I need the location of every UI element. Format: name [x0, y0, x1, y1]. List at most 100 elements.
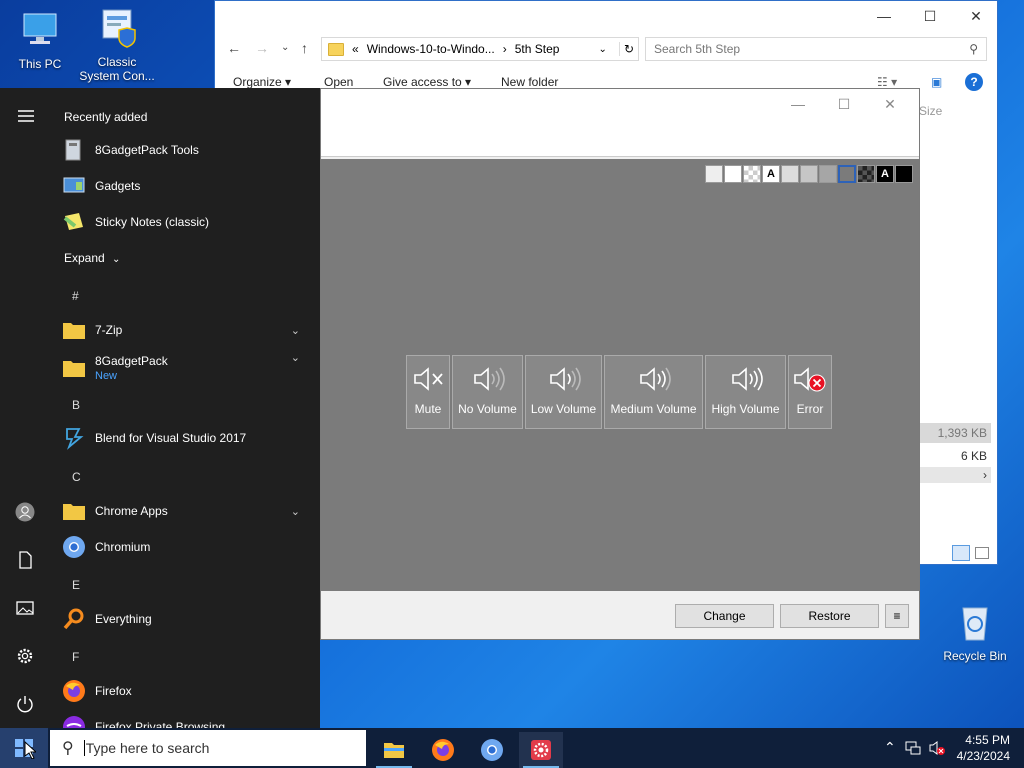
tile-medium-volume[interactable]: Medium Volume	[604, 355, 703, 429]
swatch-selected-gray[interactable]	[838, 165, 856, 183]
desktop-icon-classic-control[interactable]: Classic System Con...	[77, 6, 157, 83]
taskbar-clock[interactable]: 4:55 PM 4/23/2024	[957, 732, 1010, 764]
chevron-down-icon[interactable]: ⌄	[291, 505, 300, 518]
swatch-silver[interactable]	[800, 165, 818, 183]
tile-mute[interactable]: Mute	[406, 355, 450, 429]
size-column-header[interactable]: Size	[919, 104, 942, 118]
tile-low-volume[interactable]: Low Volume	[525, 355, 602, 429]
forward-arrow-icon[interactable]: →	[255, 40, 269, 56]
network-icon[interactable]	[904, 739, 922, 757]
swatch-text-light[interactable]: A	[876, 165, 894, 183]
view-options-icon[interactable]: ☷ ▾	[877, 75, 897, 89]
start-rail	[0, 88, 50, 728]
maximize-button[interactable]: ☐	[907, 1, 953, 31]
volume-tiles: Mute No Volume Low Volume Medium Volume …	[406, 355, 832, 429]
minimize-button[interactable]: —	[775, 89, 821, 119]
taskbar-file-explorer[interactable]	[372, 732, 416, 768]
menu-button[interactable]: ≡	[885, 604, 909, 628]
app-item-chrome-apps[interactable]: Chrome Apps ⌄	[62, 494, 308, 528]
control-panel-icon	[102, 9, 136, 48]
volume-osd-dialog[interactable]: — ☐ ✕ A A Mute No Volume Low Volume Medi…	[320, 88, 920, 640]
breadcrumb-overflow[interactable]: «	[352, 42, 359, 56]
swatch-light[interactable]	[705, 165, 723, 183]
taskbar-firefox[interactable]	[421, 732, 465, 768]
dialog-title-bar[interactable]: — ☐ ✕	[321, 89, 919, 157]
up-arrow-icon[interactable]: ↑	[301, 40, 308, 56]
close-button[interactable]: ✕	[867, 89, 913, 119]
swatch-white[interactable]	[724, 165, 742, 183]
open-button[interactable]: Open	[324, 75, 353, 89]
letter-header-hash[interactable]: #	[72, 289, 79, 303]
close-button[interactable]: ✕	[953, 1, 999, 31]
organize-menu[interactable]: Organize ▾	[233, 75, 291, 89]
tile-no-volume[interactable]: No Volume	[452, 355, 523, 429]
chevron-down-icon[interactable]: ⌄	[291, 351, 300, 364]
change-button[interactable]: Change	[675, 604, 774, 628]
swatch-gray[interactable]	[819, 165, 837, 183]
app-item[interactable]: Gadgets	[62, 169, 308, 203]
app-item-firefox[interactable]: Firefox	[62, 674, 308, 708]
help-icon[interactable]: ?	[965, 73, 983, 91]
swatch-checker[interactable]	[743, 165, 761, 183]
breadcrumb-part[interactable]: Windows-10-to-Windo...	[367, 42, 495, 56]
address-bar[interactable]: « Windows-10-to-Windo... › 5th Step ⌄ ↻	[321, 37, 639, 61]
swatch-dark-checker[interactable]	[857, 165, 875, 183]
start-button[interactable]	[0, 728, 48, 768]
settings-gear-icon[interactable]	[15, 646, 35, 666]
app-item[interactable]: Sticky Notes (classic)	[62, 205, 308, 239]
preview-area: A A Mute No Volume Low Volume Medium Vol…	[321, 159, 919, 591]
tile-high-volume[interactable]: High Volume	[705, 355, 786, 429]
search-input[interactable]: Search 5th Step ⚲	[645, 37, 987, 61]
sticky-notes-icon	[63, 213, 83, 230]
chevron-down-icon[interactable]: ⌄	[291, 324, 300, 337]
speaker-error-icon	[794, 367, 826, 392]
chevron-down-icon[interactable]: ⌄	[281, 42, 289, 53]
app-item-chromium[interactable]: Chromium	[62, 530, 308, 564]
app-item-firefox-private[interactable]: Firefox Private Browsing	[62, 710, 308, 728]
app-item-8gadgetpack[interactable]: 8GadgetPack New ⌄	[62, 347, 308, 389]
new-folder-button[interactable]: New folder	[501, 75, 558, 89]
refresh-icon[interactable]: ↻	[618, 42, 638, 56]
taskbar-search-box[interactable]: ⚲ Type here to search	[50, 730, 366, 766]
app-item-7zip[interactable]: 7-Zip ⌄	[62, 313, 308, 347]
maximize-button[interactable]: ☐	[821, 89, 867, 119]
swatch-text-dark[interactable]: A	[762, 165, 780, 183]
folder-icon	[328, 42, 344, 56]
chevron-up-icon[interactable]: ⌃	[884, 739, 896, 756]
speaker-muted-icon[interactable]	[928, 739, 946, 757]
file-explorer-icon	[384, 743, 404, 758]
hamburger-icon[interactable]	[16, 106, 36, 126]
letter-header-e[interactable]: E	[72, 578, 80, 592]
explorer-title-bar[interactable]: — ☐ ✕	[215, 1, 997, 31]
desktop-icon-this-pc[interactable]: This PC	[0, 8, 80, 71]
letter-header-c[interactable]: C	[72, 470, 81, 484]
user-account-icon[interactable]	[15, 502, 35, 522]
minimize-button[interactable]: —	[861, 1, 907, 31]
taskbar-settings-app[interactable]	[519, 732, 563, 768]
expand-link[interactable]: Expand ⌄	[64, 251, 120, 265]
power-icon[interactable]	[15, 694, 35, 714]
chevron-down-icon[interactable]: ⌄	[599, 44, 607, 55]
app-item[interactable]: 8GadgetPack Tools	[62, 133, 308, 167]
swatch-black[interactable]	[895, 165, 913, 183]
letter-header-f[interactable]: F	[72, 650, 79, 664]
horizontal-scrollbar[interactable]: ›	[909, 467, 991, 483]
large-icons-view-icon[interactable]	[975, 547, 989, 559]
back-arrow-icon[interactable]: ←	[227, 40, 241, 56]
documents-icon[interactable]	[15, 550, 35, 570]
tile-error[interactable]: Error	[788, 355, 832, 429]
breadcrumb-part[interactable]: 5th Step	[515, 42, 560, 56]
app-item-blend[interactable]: Blend for Visual Studio 2017	[62, 421, 308, 455]
app-item-everything[interactable]: Everything	[62, 602, 308, 636]
pictures-icon[interactable]	[15, 598, 35, 618]
restore-button[interactable]: Restore	[780, 604, 879, 628]
details-view-icon[interactable]	[952, 545, 970, 561]
give-access-menu[interactable]: Give access to ▾	[383, 75, 471, 89]
start-menu[interactable]: Recently added 8GadgetPack Tools Gadgets…	[0, 88, 320, 728]
scroll-right-icon[interactable]: ›	[983, 468, 987, 482]
letter-header-b[interactable]: B	[72, 398, 80, 412]
swatch-lightgray[interactable]	[781, 165, 799, 183]
desktop-icon-recycle-bin[interactable]: Recycle Bin	[935, 600, 1015, 663]
preview-pane-icon[interactable]: ▣	[931, 75, 942, 89]
taskbar-chromium[interactable]	[470, 732, 514, 768]
